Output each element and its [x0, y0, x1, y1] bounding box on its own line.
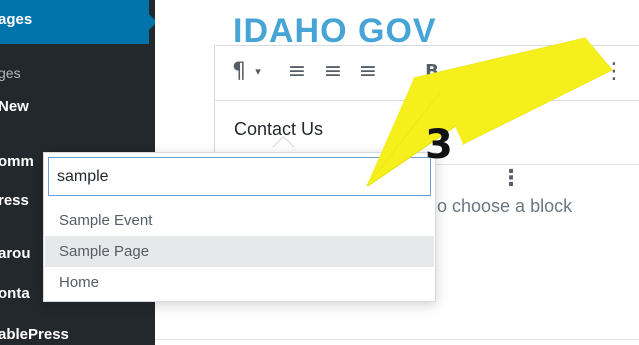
link-icon[interactable]: 🔗: [505, 56, 533, 88]
annotation-number: 3: [425, 122, 453, 168]
sidebar-item-add-new[interactable]: New: [0, 98, 29, 115]
link-suggestions-list: Sample Event Sample Page Home: [45, 205, 434, 298]
sidebar-item-all-pages[interactable]: ges: [0, 65, 21, 81]
screenshot-root: ages ges New omm ress arou onta ablePres…: [0, 0, 639, 345]
suggestion-item[interactable]: Sample Event: [45, 205, 434, 236]
bold-button[interactable]: B: [422, 56, 442, 88]
sidebar-item-label: ages: [0, 11, 33, 28]
block-text[interactable]: Contact Us: [234, 119, 323, 140]
align-right-icon[interactable]: ≡: [354, 56, 382, 88]
site-title: IDAHO GOV: [233, 12, 437, 48]
link-url-input[interactable]: [48, 157, 431, 196]
align-center-icon[interactable]: ≡: [319, 56, 347, 88]
paragraph-icon[interactable]: ¶: [227, 56, 251, 88]
suggestion-item[interactable]: Home: [45, 267, 434, 298]
align-left-icon[interactable]: ≡: [283, 56, 311, 88]
sidebar-item-comments[interactable]: omm: [0, 153, 34, 170]
sidebar-item-carousel[interactable]: arou: [0, 245, 31, 262]
block-placeholder[interactable]: o choose a block: [437, 196, 572, 217]
sidebar-item-press[interactable]: ress: [0, 192, 29, 209]
link-autocomplete-popover: Sample Event Sample Page Home: [43, 152, 436, 302]
sidebar-item-tablepress[interactable]: ablePress: [0, 326, 69, 343]
chevron-down-icon[interactable]: ▾: [251, 56, 265, 88]
sidebar-item-pages-current[interactable]: ages: [0, 0, 157, 44]
italic-button[interactable]: I: [469, 56, 489, 88]
divider: [155, 339, 639, 340]
block-more-icon[interactable]: ⋮: [500, 168, 522, 190]
suggestion-item-selected[interactable]: Sample Page: [45, 236, 434, 267]
sidebar-item-contact[interactable]: onta: [0, 285, 30, 302]
block-toolbar: ¶ ▾ ≡ ≡ ≡ B I 🔗 ⋮: [214, 45, 639, 101]
more-options-icon[interactable]: ⋮: [603, 56, 625, 88]
